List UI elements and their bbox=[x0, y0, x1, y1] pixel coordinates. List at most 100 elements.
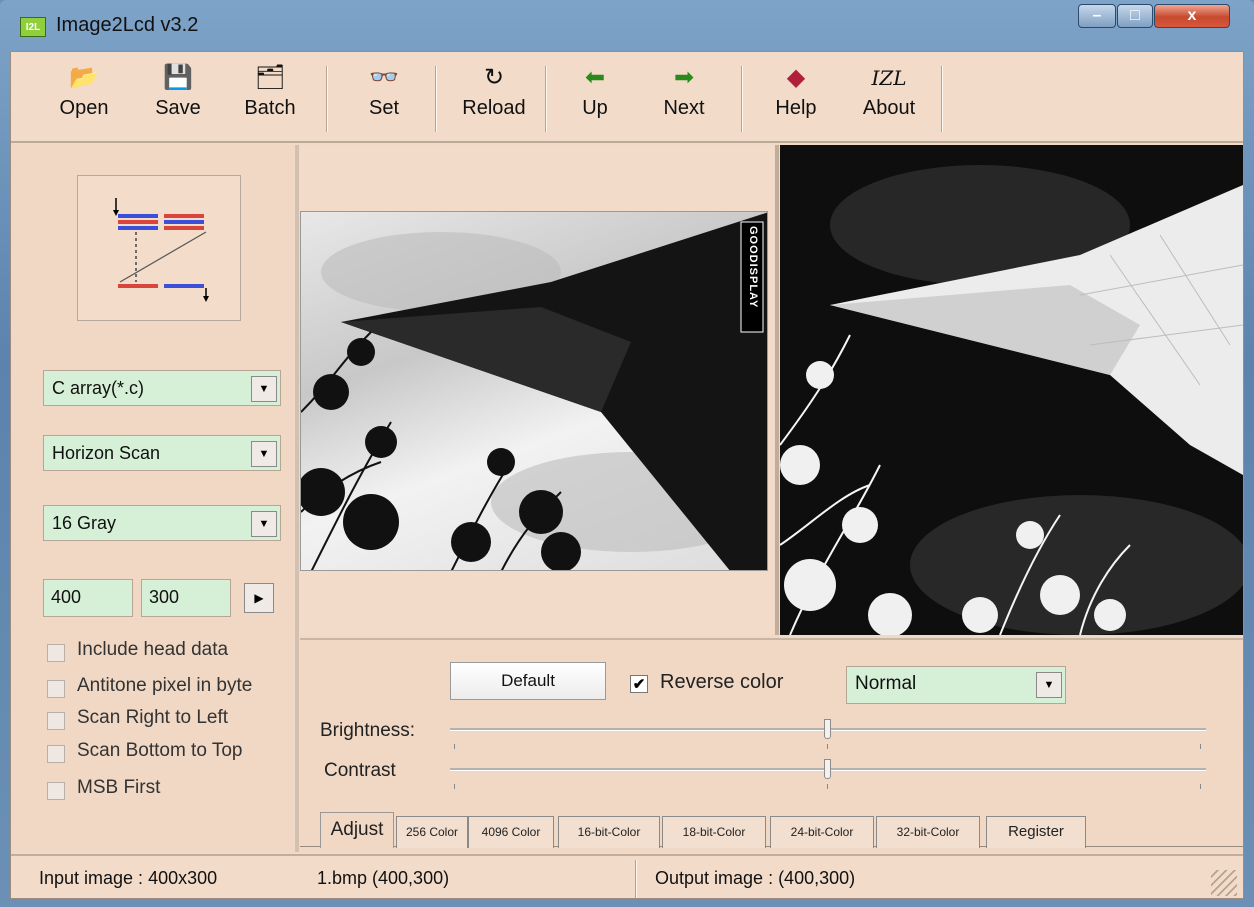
arrow-right-icon: ➡ bbox=[673, 64, 695, 91]
save-label: Save bbox=[155, 97, 201, 119]
help-button[interactable]: ◆ Help bbox=[763, 62, 829, 136]
batch-button[interactable]: 🗂 Batch bbox=[233, 62, 307, 136]
title-bar[interactable]: I2L Image2Lcd v3.2 – □ x bbox=[0, 0, 1254, 50]
include-head-data-label: Include head data bbox=[77, 639, 229, 660]
scan-direction-icon bbox=[113, 198, 209, 302]
checkbox-box[interactable] bbox=[47, 745, 65, 763]
antitone-pixel-checkbox[interactable]: Antitone pixel in byte bbox=[47, 675, 297, 705]
minimize-button[interactable]: – bbox=[1078, 4, 1116, 28]
color-mode-value: Normal bbox=[855, 673, 917, 694]
save-icon: 💾 bbox=[163, 64, 193, 91]
up-button[interactable]: ⬅ Up bbox=[563, 62, 627, 136]
chevron-down-icon[interactable]: ▼ bbox=[251, 511, 277, 537]
output-type-value: C array(*.c) bbox=[52, 378, 145, 398]
eiffel-tower-inverted bbox=[780, 145, 1243, 635]
reload-icon: ↻ bbox=[483, 64, 505, 91]
status-bar: Input image : 400x300 1.bmp (400,300) Ou… bbox=[11, 854, 1243, 898]
chevron-down-icon[interactable]: ▼ bbox=[251, 376, 277, 402]
help-label: Help bbox=[775, 97, 817, 119]
reload-button[interactable]: ↻ Reload bbox=[451, 62, 537, 136]
slider-tick bbox=[1200, 784, 1201, 789]
tab-16-bit-color[interactable]: 16-bit-Color bbox=[558, 816, 660, 848]
chevron-down-icon[interactable]: ▼ bbox=[251, 441, 277, 467]
open-label: Open bbox=[59, 97, 109, 119]
reload-label: Reload bbox=[462, 97, 526, 119]
pane-divider bbox=[775, 145, 779, 635]
msb-first-checkbox[interactable]: MSB First bbox=[47, 777, 297, 807]
toolbar-separator bbox=[741, 66, 743, 132]
height-field[interactable]: 300 bbox=[141, 579, 231, 617]
scan-mode-value: Horizon Scan bbox=[52, 443, 161, 463]
help-icon: ◆ bbox=[786, 64, 806, 91]
contrast-slider[interactable] bbox=[450, 759, 1206, 802]
color-mode-select[interactable]: Normal ▼ bbox=[846, 666, 1066, 704]
maximize-button[interactable]: □ bbox=[1117, 4, 1153, 28]
msb-first-label: MSB First bbox=[77, 777, 161, 798]
default-button[interactable]: Default bbox=[450, 662, 606, 700]
about-label: About bbox=[862, 97, 916, 119]
app-window: I2L Image2Lcd v3.2 – □ x 📂 Open 💾 Save 🗂… bbox=[0, 0, 1254, 907]
contrast-thumb[interactable] bbox=[824, 759, 831, 779]
checkbox-box[interactable] bbox=[47, 712, 65, 730]
status-divider bbox=[635, 860, 637, 898]
panel-splitter[interactable] bbox=[295, 145, 299, 852]
tab-adjust[interactable]: Adjust bbox=[320, 812, 394, 848]
app-icon: I2L bbox=[20, 17, 46, 37]
tab-18-bit-color[interactable]: 18-bit-Color bbox=[662, 816, 766, 848]
window-title: Image2Lcd v3.2 bbox=[56, 14, 199, 36]
batch-icon: 🗂 bbox=[254, 64, 286, 91]
brightness-thumb[interactable] bbox=[824, 719, 831, 739]
tab-256-color[interactable]: 256 Color bbox=[396, 816, 468, 848]
toolbar: 📂 Open 💾 Save 🗂 Batch 👓 Set ↻ Reload ⬅ U… bbox=[11, 52, 1243, 143]
arrow-left-icon: ⬅ bbox=[584, 64, 606, 91]
checkbox-box[interactable] bbox=[47, 644, 65, 662]
resize-grip[interactable] bbox=[1211, 870, 1237, 896]
scan-bottom-to-top-label: Scan Bottom to Top bbox=[77, 740, 243, 761]
apply-size-button[interactable]: ▶ bbox=[244, 583, 274, 613]
chevron-down-icon[interactable]: ▼ bbox=[1036, 672, 1062, 698]
output-type-select[interactable]: C array(*.c) ▼ bbox=[43, 370, 281, 406]
batch-label: Batch bbox=[244, 97, 296, 119]
scan-bottom-to-top-checkbox[interactable]: Scan Bottom to Top bbox=[47, 740, 297, 770]
toolbar-separator bbox=[941, 66, 943, 132]
input-image-status: Input image : 400x300 bbox=[39, 868, 218, 888]
next-button[interactable]: ➡ Next bbox=[649, 62, 719, 136]
include-head-data-checkbox[interactable]: Include head data bbox=[47, 639, 297, 669]
close-button[interactable]: x bbox=[1154, 4, 1230, 28]
scan-mode-preview bbox=[77, 175, 241, 321]
scan-mode-select[interactable]: Horizon Scan ▼ bbox=[43, 435, 281, 471]
open-icon: 📂 bbox=[69, 64, 99, 91]
tab-register[interactable]: Register bbox=[986, 816, 1086, 848]
slider-tick bbox=[454, 784, 455, 789]
set-button[interactable]: 👓 Set bbox=[349, 62, 419, 136]
adjust-panel: Default ✔ Reverse color Normal ▼ Brightn… bbox=[300, 638, 1243, 852]
contrast-label: Contrast bbox=[324, 760, 396, 781]
watermark-text: GOODISPLAY bbox=[747, 226, 759, 309]
bits-pixel-value: 16 Gray bbox=[52, 513, 117, 533]
slider-tick bbox=[827, 784, 828, 789]
tab-24-bit-color[interactable]: 24-bit-Color bbox=[770, 816, 874, 848]
tab-32-bit-color[interactable]: 32-bit-Color bbox=[876, 816, 980, 848]
scan-right-to-left-label: Scan Right to Left bbox=[77, 707, 229, 728]
about-icon: IZL bbox=[871, 66, 907, 90]
scan-right-to-left-checkbox[interactable]: Scan Right to Left bbox=[47, 707, 297, 737]
toolbar-separator bbox=[435, 66, 437, 132]
open-button[interactable]: 📂 Open bbox=[49, 62, 119, 136]
save-button[interactable]: 💾 Save bbox=[143, 62, 213, 136]
checkbox-box[interactable] bbox=[47, 782, 65, 800]
checkbox-box[interactable] bbox=[47, 680, 65, 698]
about-button[interactable]: IZL About bbox=[851, 62, 927, 136]
glasses-icon: 👓 bbox=[369, 64, 399, 91]
slider-tick bbox=[454, 744, 455, 749]
bits-pixel-select[interactable]: 16 Gray ▼ bbox=[43, 505, 281, 541]
tab-4096-color[interactable]: 4096 Color bbox=[468, 816, 554, 848]
width-field[interactable]: 400 bbox=[43, 579, 133, 617]
output-image-status: Output image : (400,300) bbox=[655, 868, 856, 888]
reverse-color-checkbox[interactable]: ✔ bbox=[630, 675, 648, 693]
settings-panel: C array(*.c) ▼ Horizon Scan ▼ 16 Gray ▼ … bbox=[11, 145, 294, 852]
eiffel-tower-grayscale bbox=[301, 212, 767, 570]
antitone-pixel-label: Antitone pixel in byte bbox=[77, 675, 253, 696]
toolbar-separator bbox=[326, 66, 328, 132]
toolbar-separator bbox=[545, 66, 547, 132]
reverse-color-label: Reverse color bbox=[660, 671, 784, 693]
